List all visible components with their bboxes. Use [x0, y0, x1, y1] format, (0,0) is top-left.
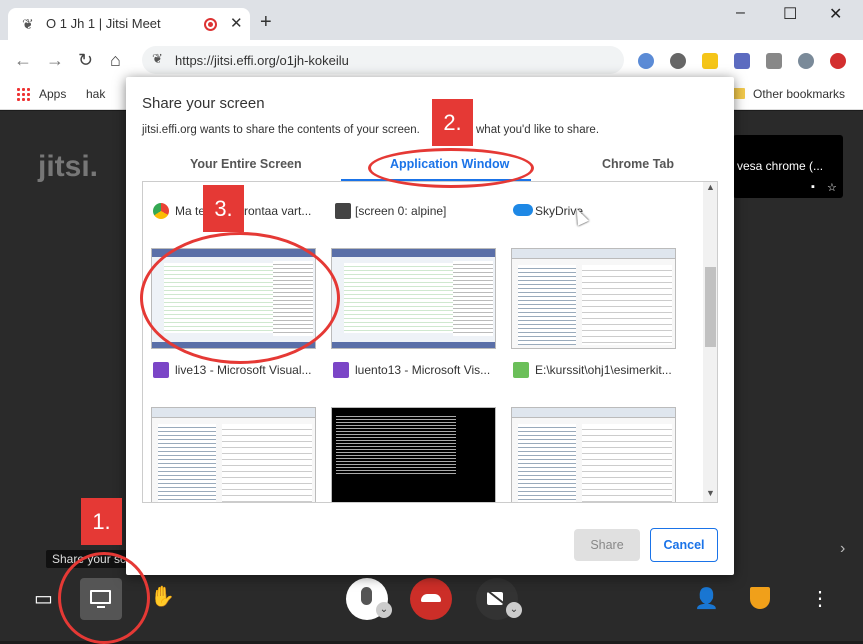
- extension-grid-icon[interactable]: [734, 53, 750, 69]
- step-2-badge: 2.: [432, 99, 473, 146]
- extensions-puzzle-icon[interactable]: [766, 53, 782, 69]
- minimize-button[interactable]: –: [736, 4, 745, 22]
- phone-icon: [421, 594, 441, 602]
- window-thumbnail-explorer-1[interactable]: [151, 407, 316, 502]
- new-tab-button[interactable]: +: [260, 12, 272, 32]
- apps-grid-icon: [16, 87, 30, 101]
- step-3-highlight: [140, 232, 340, 364]
- forward-icon[interactable]: →: [46, 50, 64, 71]
- update-icon[interactable]: [830, 53, 846, 69]
- tab-chrome-tab[interactable]: Chrome Tab: [602, 157, 674, 171]
- share-button[interactable]: Share: [574, 529, 640, 561]
- star-icon: ☆: [827, 182, 837, 194]
- step-1-highlight: [58, 552, 150, 644]
- bookmark-hak[interactable]: hak: [86, 87, 105, 101]
- terminal-icon: [335, 203, 351, 219]
- window-thumbnail-explorer-2[interactable]: [511, 407, 676, 502]
- settings-extension-icon[interactable]: [670, 53, 686, 69]
- participant-name: vesa chrome (...: [737, 159, 824, 173]
- notepad-icon: [513, 362, 529, 378]
- site-icon: ❦: [152, 51, 163, 66]
- maximize-button[interactable]: ☐: [783, 4, 797, 24]
- more-options-icon[interactable]: ⋮: [810, 586, 830, 611]
- window-thumbnail-kurssit[interactable]: [511, 248, 676, 349]
- bookmark-other[interactable]: Other bookmarks: [753, 87, 845, 101]
- window-label-luento13[interactable]: luento13 - Microsoft Vis...: [355, 363, 490, 377]
- window-thumbnail-luento13[interactable]: [331, 248, 496, 349]
- window-label-chrome-tail[interactable]: rontaa vart...: [244, 204, 311, 218]
- onedrive-icon: [513, 204, 533, 216]
- chevron-down-icon[interactable]: ⌄: [376, 602, 392, 618]
- tab-title: O 1 Jh 1 | Jitsi Meet: [46, 16, 161, 31]
- step-3-badge: 3.: [203, 185, 244, 232]
- dialog-subtitle-end: what you'd like to share.: [476, 124, 600, 136]
- home-icon[interactable]: ⌂: [110, 50, 121, 71]
- browser-tab[interactable]: ❦ O 1 Jh 1 | Jitsi Meet ✕: [8, 8, 250, 40]
- extension-yellow-icon[interactable]: [702, 53, 718, 69]
- recording-indicator-icon: [204, 18, 217, 31]
- extension-icon[interactable]: [638, 53, 654, 69]
- jitsi-logo: jitsi.: [38, 150, 99, 183]
- dialog-title: Share your screen: [142, 95, 265, 112]
- dialog-subtitle: jitsi.effi.org wants to share the conten…: [142, 124, 420, 136]
- participant-thumbnail[interactable]: vesa chrome (... ▪ ☆: [733, 135, 843, 198]
- invite-icon[interactable]: 👤: [694, 586, 719, 611]
- cancel-button[interactable]: Cancel: [650, 528, 718, 562]
- scroll-down-icon[interactable]: ▼: [706, 488, 715, 498]
- reload-icon[interactable]: ↻: [78, 50, 93, 71]
- security-shield-icon[interactable]: [750, 587, 770, 609]
- browser-toolbar: ← → ↻ ⌂ ❦ https://jitsi.effi.org/o1jh-ko…: [0, 40, 863, 80]
- visual-studio-icon: [153, 362, 169, 378]
- visual-studio-icon: [333, 362, 349, 378]
- scrollbar-thumb[interactable]: [705, 267, 716, 347]
- browser-tab-strip: ❦ O 1 Jh 1 | Jitsi Meet ✕ + – ☐ ✕: [0, 0, 863, 40]
- address-bar[interactable]: ❦ https://jitsi.effi.org/o1jh-kokeilu: [142, 46, 624, 74]
- raise-hand-icon[interactable]: ✋: [150, 584, 175, 609]
- scroll-up-icon[interactable]: ▲: [706, 182, 715, 192]
- window-label-live13[interactable]: live13 - Microsoft Visual...: [175, 363, 312, 377]
- microphone-icon: [361, 587, 372, 605]
- bookmark-apps[interactable]: Apps: [39, 87, 66, 101]
- profile-avatar[interactable]: [798, 53, 814, 69]
- step-2-highlight: [368, 148, 534, 188]
- window-label-chrome[interactable]: Ma te: [175, 204, 205, 218]
- camera-off-icon: ▪: [811, 181, 815, 193]
- chat-icon[interactable]: ▭: [34, 586, 53, 611]
- url-text: https://jitsi.effi.org/o1jh-kokeilu: [175, 53, 349, 68]
- chrome-icon: [153, 203, 169, 219]
- window-label-kurssit[interactable]: E:\kurssit\ohj1\esimerkit...: [535, 363, 672, 377]
- tab-close-icon[interactable]: ✕: [230, 14, 243, 32]
- step-1-badge: 1.: [81, 498, 122, 545]
- chevron-right-icon[interactable]: ›: [840, 540, 845, 558]
- grid-scrollbar[interactable]: ▲ ▼: [703, 182, 717, 502]
- close-window-button[interactable]: ✕: [829, 4, 842, 24]
- back-icon[interactable]: ←: [14, 50, 32, 71]
- jitsi-favicon-icon: ❦: [22, 16, 34, 32]
- chevron-down-icon[interactable]: ⌄: [506, 602, 522, 618]
- camera-button[interactable]: ⌄: [476, 578, 522, 620]
- microphone-button[interactable]: ⌄: [346, 578, 392, 620]
- folder-icon: [733, 88, 745, 99]
- hangup-button[interactable]: [410, 578, 452, 620]
- window-label-terminal[interactable]: [screen 0: alpine]: [355, 204, 446, 218]
- window-thumbnail-terminal[interactable]: [331, 407, 496, 502]
- tab-entire-screen[interactable]: Your Entire Screen: [190, 157, 302, 171]
